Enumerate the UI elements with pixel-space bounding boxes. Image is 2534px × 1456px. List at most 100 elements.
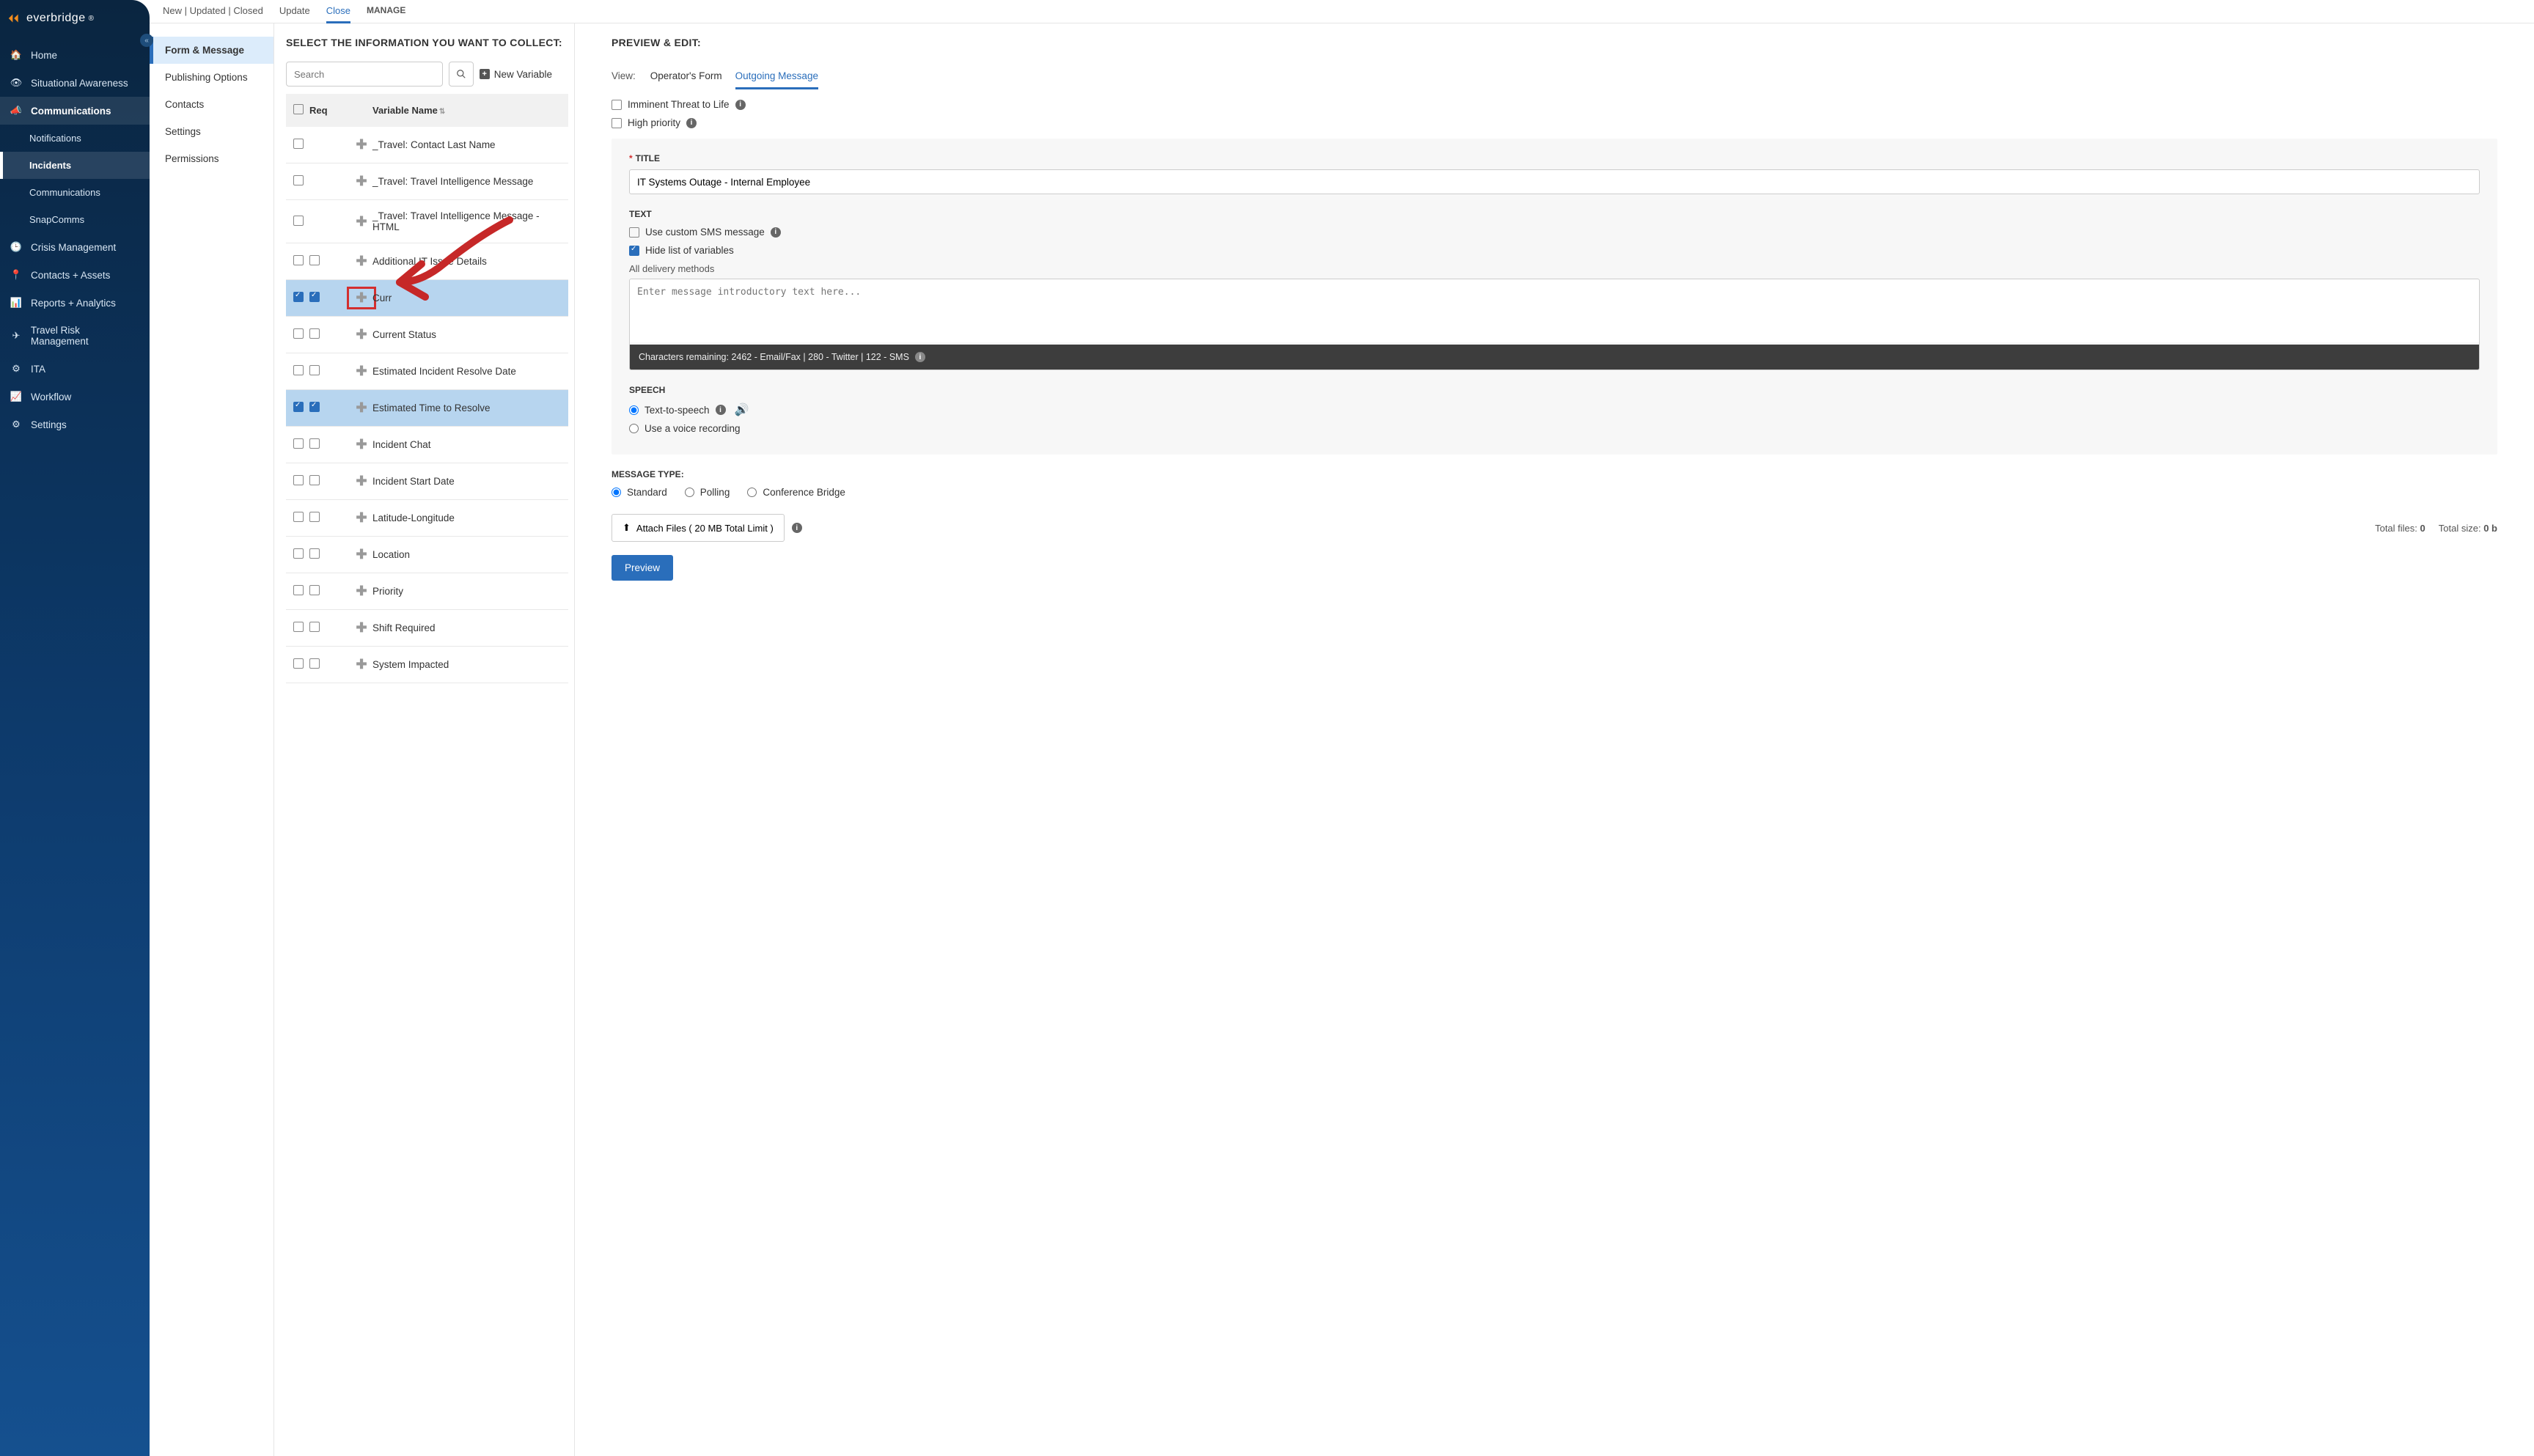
row-checkbox[interactable] bbox=[293, 175, 304, 185]
variable-row[interactable]: ✚Shift Required bbox=[286, 610, 568, 647]
req-checkbox[interactable] bbox=[309, 365, 320, 375]
hide-vars-checkbox[interactable] bbox=[629, 246, 639, 256]
info-icon[interactable]: i bbox=[735, 100, 746, 110]
drag-handle-icon[interactable]: ✚ bbox=[350, 214, 372, 229]
variable-row[interactable]: ✚_Travel: Travel Intelligence Message bbox=[286, 163, 568, 200]
top-tab-close[interactable]: Close bbox=[326, 0, 350, 23]
info-icon[interactable]: i bbox=[716, 405, 726, 415]
variable-row[interactable]: ✚Additional IT Issue Details bbox=[286, 243, 568, 280]
sidebar-item-communications[interactable]: Communications bbox=[0, 179, 150, 206]
req-checkbox[interactable] bbox=[309, 292, 320, 302]
sidebar-item-incidents[interactable]: Incidents bbox=[0, 152, 150, 179]
priority-checkbox[interactable] bbox=[612, 118, 622, 128]
title-input[interactable] bbox=[629, 169, 2480, 194]
variable-row[interactable]: ✚Incident Chat bbox=[286, 427, 568, 463]
sidebar-item-snapcomms[interactable]: SnapComms bbox=[0, 206, 150, 233]
drag-handle-icon[interactable]: ✚ bbox=[350, 400, 372, 416]
variable-row[interactable]: ✚System Impacted bbox=[286, 647, 568, 683]
threat-checkbox[interactable] bbox=[612, 100, 622, 110]
variable-row[interactable]: ✚Location bbox=[286, 537, 568, 573]
sidebar-item-settings[interactable]: ⚙Settings bbox=[0, 411, 150, 438]
drag-handle-icon[interactable]: ✚ bbox=[350, 254, 372, 269]
req-checkbox[interactable] bbox=[309, 512, 320, 522]
row-checkbox[interactable] bbox=[293, 512, 304, 522]
variable-row[interactable]: ✚Incident Start Date bbox=[286, 463, 568, 500]
drag-handle-icon[interactable]: ✚ bbox=[350, 137, 372, 152]
req-checkbox[interactable] bbox=[309, 585, 320, 595]
sidebar-item-ita[interactable]: ⚙ITA bbox=[0, 355, 150, 383]
variable-row[interactable]: ✚_Travel: Travel Intelligence Message - … bbox=[286, 200, 568, 243]
info-icon[interactable]: i bbox=[686, 118, 697, 128]
preview-button[interactable]: Preview bbox=[612, 555, 673, 581]
drag-handle-icon[interactable]: ✚ bbox=[350, 290, 372, 306]
req-checkbox[interactable] bbox=[309, 658, 320, 669]
drag-handle-icon[interactable]: ✚ bbox=[350, 474, 372, 489]
sidebar-item-situational-awareness[interactable]: 👁Situational Awareness bbox=[0, 69, 150, 97]
drag-handle-icon[interactable]: ✚ bbox=[350, 584, 372, 599]
search-button[interactable] bbox=[449, 62, 474, 87]
drag-handle-icon[interactable]: ✚ bbox=[350, 364, 372, 379]
row-checkbox[interactable] bbox=[293, 622, 304, 632]
variable-row[interactable]: ✚Estimated Incident Resolve Date bbox=[286, 353, 568, 390]
subnav-publishing-options[interactable]: Publishing Options bbox=[150, 64, 273, 91]
drag-handle-icon[interactable]: ✚ bbox=[350, 174, 372, 189]
msg-type-conference-bridge[interactable]: Conference Bridge bbox=[747, 487, 845, 498]
tts-radio[interactable] bbox=[629, 405, 639, 415]
sidebar-item-workflow[interactable]: 📈Workflow bbox=[0, 383, 150, 411]
sound-icon[interactable]: 🔊 bbox=[735, 402, 749, 417]
sidebar-item-communications[interactable]: 📣Communications bbox=[0, 97, 150, 125]
sidebar-item-notifications[interactable]: Notifications bbox=[0, 125, 150, 152]
sidebar-item-reports-analytics[interactable]: 📊Reports + Analytics bbox=[0, 289, 150, 317]
variable-row[interactable]: ✚Estimated Time to Resolve bbox=[286, 390, 568, 427]
req-checkbox[interactable] bbox=[309, 402, 320, 412]
view-tab-outgoing-message[interactable]: Outgoing Message bbox=[735, 70, 818, 89]
drag-handle-icon[interactable]: ✚ bbox=[350, 547, 372, 562]
collapse-sidebar-button[interactable]: « bbox=[140, 34, 153, 47]
select-all-checkbox[interactable] bbox=[293, 104, 304, 114]
drag-handle-icon[interactable]: ✚ bbox=[350, 327, 372, 342]
attach-files-button[interactable]: ⬆ Attach Files ( 20 MB Total Limit ) bbox=[612, 514, 785, 542]
row-checkbox[interactable] bbox=[293, 365, 304, 375]
subnav-permissions[interactable]: Permissions bbox=[150, 145, 273, 172]
sidebar-item-contacts-assets[interactable]: 📍Contacts + Assets bbox=[0, 261, 150, 289]
search-input[interactable] bbox=[286, 62, 443, 87]
variable-row[interactable]: ✚Priority bbox=[286, 573, 568, 610]
view-tab-operator-s-form[interactable]: Operator's Form bbox=[650, 70, 722, 87]
top-tab-new-updated-closed[interactable]: New | Updated | Closed bbox=[163, 0, 263, 21]
msg-type-standard[interactable]: Standard bbox=[612, 487, 667, 498]
voice-rec-radio[interactable] bbox=[629, 424, 639, 433]
req-checkbox[interactable] bbox=[309, 548, 320, 559]
subnav-form-message[interactable]: Form & Message bbox=[150, 37, 273, 64]
header-name[interactable]: Variable Name bbox=[372, 105, 438, 116]
sort-icon[interactable]: ⇅ bbox=[439, 108, 445, 116]
message-textarea[interactable] bbox=[630, 279, 2479, 342]
row-checkbox[interactable] bbox=[293, 475, 304, 485]
info-icon[interactable]: i bbox=[915, 352, 925, 362]
row-checkbox[interactable] bbox=[293, 328, 304, 339]
custom-sms-checkbox[interactable] bbox=[629, 227, 639, 238]
row-checkbox[interactable] bbox=[293, 585, 304, 595]
sidebar-item-crisis-management[interactable]: 🕒Crisis Management bbox=[0, 233, 150, 261]
req-checkbox[interactable] bbox=[309, 622, 320, 632]
req-checkbox[interactable] bbox=[309, 255, 320, 265]
info-icon[interactable]: i bbox=[792, 523, 802, 533]
top-tab-manage[interactable]: MANAGE bbox=[367, 0, 405, 21]
drag-handle-icon[interactable]: ✚ bbox=[350, 437, 372, 452]
subnav-contacts[interactable]: Contacts bbox=[150, 91, 273, 118]
variable-row[interactable]: ✚Latitude-Longitude bbox=[286, 500, 568, 537]
row-checkbox[interactable] bbox=[293, 438, 304, 449]
row-checkbox[interactable] bbox=[293, 255, 304, 265]
req-checkbox[interactable] bbox=[309, 475, 320, 485]
sidebar-item-home[interactable]: 🏠Home bbox=[0, 41, 150, 69]
msg-type-polling[interactable]: Polling bbox=[685, 487, 730, 498]
row-checkbox[interactable] bbox=[293, 139, 304, 149]
sidebar-item-travel-risk-management[interactable]: ✈Travel Risk Management bbox=[0, 317, 150, 355]
row-checkbox[interactable] bbox=[293, 292, 304, 302]
new-variable-button[interactable]: + New Variable bbox=[480, 69, 552, 80]
drag-handle-icon[interactable]: ✚ bbox=[350, 510, 372, 526]
info-icon[interactable]: i bbox=[771, 227, 781, 238]
req-checkbox[interactable] bbox=[309, 328, 320, 339]
variable-row[interactable]: ✚_Travel: Contact Last Name bbox=[286, 127, 568, 163]
drag-handle-icon[interactable]: ✚ bbox=[350, 657, 372, 672]
variable-row[interactable]: ✚Current Status bbox=[286, 317, 568, 353]
